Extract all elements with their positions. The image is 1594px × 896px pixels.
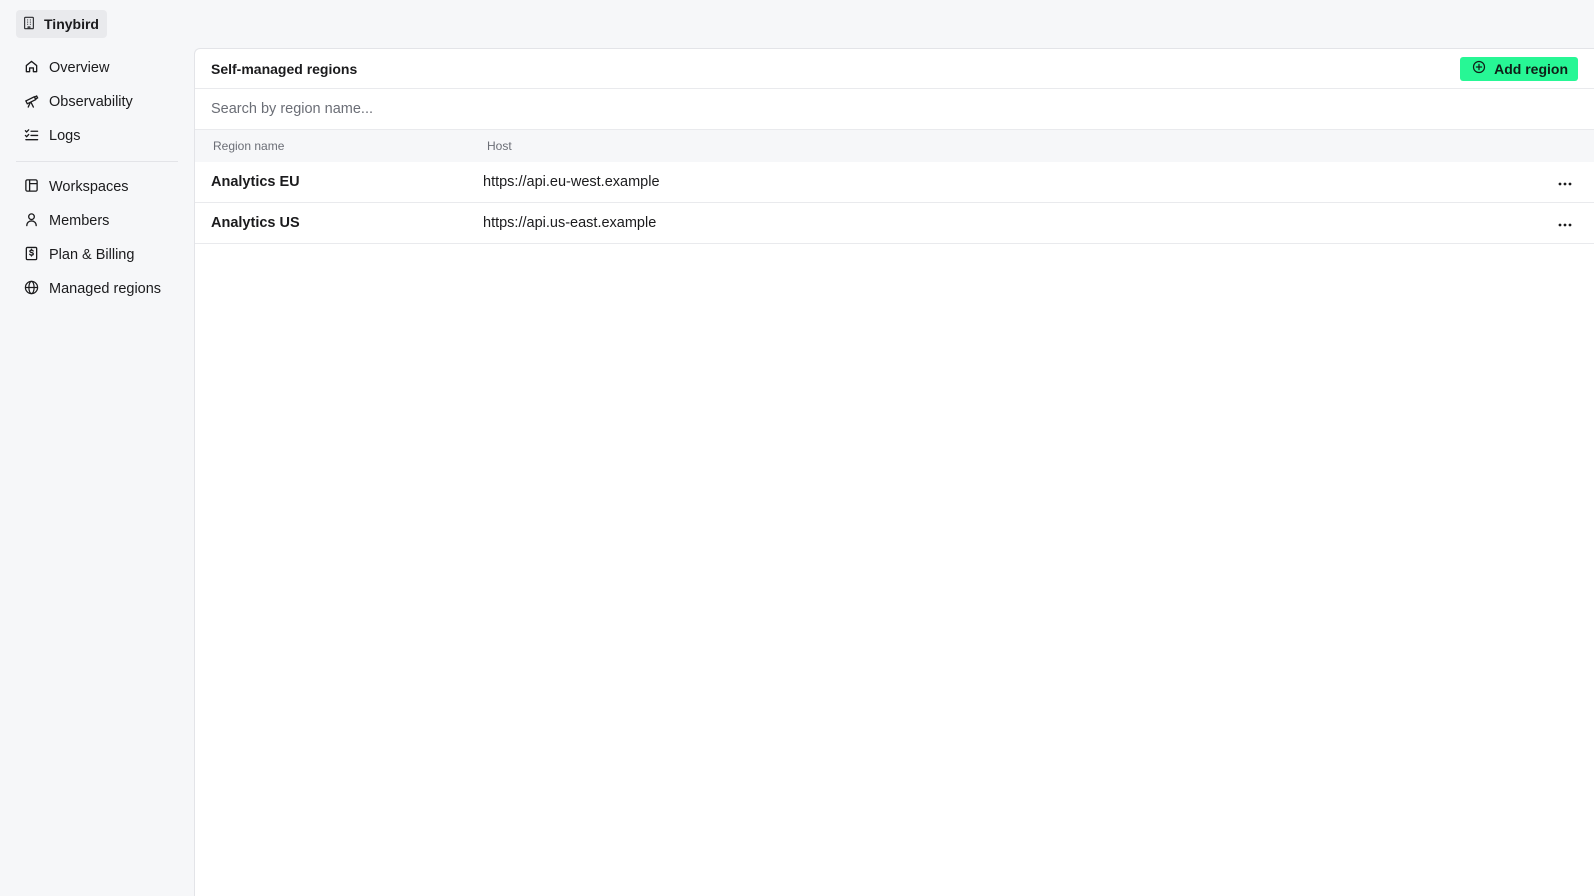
sidebar-item-plan-billing[interactable]: Plan & Billing bbox=[16, 238, 178, 272]
region-name-cell: Analytics EU bbox=[211, 174, 300, 190]
sidebar-divider bbox=[16, 161, 178, 162]
page-title: Self-managed regions bbox=[211, 60, 358, 77]
regions-table: Region name Host Analytics EU https://ap… bbox=[195, 130, 1594, 244]
user-icon bbox=[24, 212, 39, 231]
app-root: Tinybird Overview Observability Logs Wor… bbox=[0, 0, 1594, 896]
secondary-nav: Workspaces Members Plan & Billing Manage… bbox=[16, 170, 178, 306]
host-cell: https://api.eu-west.example bbox=[483, 174, 660, 190]
sidebar-item-label: Workspaces bbox=[49, 179, 129, 195]
sidebar-item-managed-regions[interactable]: Managed regions bbox=[16, 272, 178, 306]
search-input[interactable] bbox=[195, 89, 1594, 129]
column-header-host[interactable]: Host bbox=[487, 139, 1594, 153]
main-header: Self-managed regions Add region bbox=[195, 49, 1594, 89]
building-icon bbox=[22, 16, 36, 33]
list-check-icon bbox=[24, 127, 39, 146]
home-icon bbox=[24, 59, 39, 78]
globe-icon bbox=[24, 280, 39, 299]
sidebar-item-label: Overview bbox=[49, 60, 110, 76]
sidebar: Tinybird Overview Observability Logs Wor… bbox=[0, 0, 194, 896]
add-region-label: Add region bbox=[1494, 60, 1568, 77]
table-row[interactable]: Analytics EU https://api.eu-west.example bbox=[195, 162, 1594, 203]
sidebar-item-label: Members bbox=[49, 213, 110, 229]
sidebar-item-observability[interactable]: Observability bbox=[16, 85, 178, 119]
sidebar-item-workspaces[interactable]: Workspaces bbox=[16, 170, 178, 204]
row-actions-button[interactable] bbox=[1554, 172, 1576, 192]
host-cell: https://api.us-east.example bbox=[483, 215, 657, 231]
primary-nav: Overview Observability Logs bbox=[16, 51, 178, 153]
sidebar-item-label: Plan & Billing bbox=[49, 247, 135, 263]
add-region-button[interactable]: Add region bbox=[1460, 56, 1578, 81]
search-bar bbox=[195, 89, 1594, 130]
table-header: Region name Host bbox=[195, 130, 1594, 162]
org-name: Tinybird bbox=[44, 16, 99, 32]
sidebar-item-logs[interactable]: Logs bbox=[16, 119, 178, 153]
column-header-region-name[interactable]: Region name bbox=[195, 139, 487, 153]
row-actions-button[interactable] bbox=[1554, 213, 1576, 233]
main-panel: Self-managed regions Add region Region n… bbox=[194, 48, 1594, 896]
sidebar-item-members[interactable]: Members bbox=[16, 204, 178, 238]
more-horizontal-icon bbox=[1558, 174, 1572, 190]
plus-circle-icon bbox=[1472, 60, 1486, 77]
table-row[interactable]: Analytics US https://api.us-east.example bbox=[195, 203, 1594, 244]
sidebar-item-label: Managed regions bbox=[49, 281, 162, 297]
telescope-icon bbox=[24, 93, 39, 112]
org-switcher[interactable]: Tinybird bbox=[16, 10, 107, 38]
sidebar-item-label: Observability bbox=[49, 94, 133, 110]
receipt-dollar-icon bbox=[24, 246, 39, 265]
more-horizontal-icon bbox=[1558, 215, 1572, 231]
layout-icon bbox=[24, 178, 39, 197]
region-name-cell: Analytics US bbox=[211, 215, 300, 231]
sidebar-item-overview[interactable]: Overview bbox=[16, 51, 178, 85]
sidebar-item-label: Logs bbox=[49, 128, 81, 144]
